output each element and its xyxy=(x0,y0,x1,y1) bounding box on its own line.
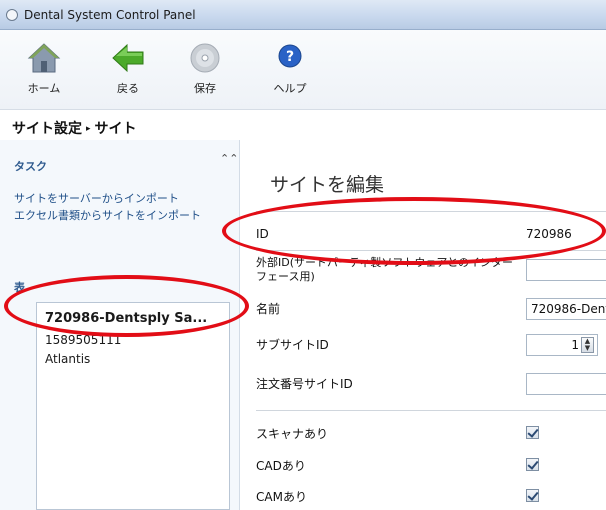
divider xyxy=(256,410,606,411)
help-icon: ? xyxy=(278,44,302,68)
id-value: 720986 xyxy=(526,227,572,241)
cam-row: CAMあり xyxy=(256,487,606,509)
external-id-row: 外部ID(サードパーティ製ソフトウェアとのインターフェース用) xyxy=(256,254,606,290)
chevron-double-up-icon[interactable]: ⌃⌃ xyxy=(220,152,238,165)
table-heading: 表 xyxy=(14,281,25,294)
cam-checkbox[interactable] xyxy=(526,489,539,502)
external-id-label: 外部ID(サードパーティ製ソフトウェアとのインターフェース用) xyxy=(256,256,514,283)
cad-label: CADあり xyxy=(256,459,306,473)
site-list-item[interactable]: 720986-Dentsply Sa... xyxy=(37,307,229,331)
help-button[interactable]: ? ヘルプ xyxy=(260,40,320,96)
toolbar: ホーム 戻る 保存 ? ヘルプ xyxy=(0,30,606,110)
order-site-field[interactable] xyxy=(526,373,606,395)
breadcrumb-parent[interactable]: サイト設定 xyxy=(12,121,82,137)
site-list[interactable]: 720986-Dentsply Sa... 1589505111 Atlanti… xyxy=(36,302,230,510)
name-label: 名前 xyxy=(256,302,281,316)
order-site-label: 注文番号サイトID xyxy=(256,377,353,391)
house-icon xyxy=(27,43,61,73)
cad-row: CADあり xyxy=(256,456,606,478)
home-button[interactable]: ホーム xyxy=(14,40,74,96)
subsite-stepper[interactable]: ▲ ▼ xyxy=(581,337,594,353)
divider xyxy=(256,250,606,251)
cad-checkbox[interactable] xyxy=(526,458,539,471)
scanner-label: スキャナあり xyxy=(256,427,329,441)
cam-label: CAMあり xyxy=(256,490,307,504)
scanner-checkbox[interactable] xyxy=(526,426,539,439)
scanner-row: スキャナあり xyxy=(256,424,606,446)
external-id-field[interactable] xyxy=(526,259,606,281)
window-title: Dental System Control Panel xyxy=(24,7,196,22)
app-icon xyxy=(6,8,18,21)
breadcrumb: サイト設定 ▸ サイト xyxy=(12,118,137,138)
import-from-excel-link[interactable]: エクセル書類からサイトをインポート xyxy=(14,209,234,222)
site-list-item[interactable]: 1589505111 xyxy=(37,331,229,350)
id-row: ID 720986 xyxy=(256,220,606,248)
divider xyxy=(256,211,606,212)
import-from-server-link[interactable]: サイトをサーバーからインポート xyxy=(14,192,234,205)
task-heading: タスク xyxy=(14,160,47,173)
breadcrumb-separator: ▸ xyxy=(86,124,91,134)
home-label: ホーム xyxy=(27,82,61,95)
svg-text:?: ? xyxy=(286,49,294,65)
breadcrumb-current: サイト xyxy=(94,121,137,137)
back-label: 戻る xyxy=(117,82,139,95)
subsite-label: サブサイトID xyxy=(256,338,329,352)
help-label: ヘルプ xyxy=(273,82,307,95)
task-links: サイトをサーバーからインポート エクセル書類からサイトをインポート xyxy=(14,192,234,226)
order-site-row: 注文番号サイトID xyxy=(256,370,606,398)
save-button[interactable]: 保存 xyxy=(175,40,235,96)
back-button[interactable]: 戻る xyxy=(98,40,158,96)
name-field[interactable]: 720986-Dentsply Sa xyxy=(526,298,606,320)
title-bar: Dental System Control Panel xyxy=(0,0,606,30)
disc-icon xyxy=(190,43,220,73)
id-label: ID xyxy=(256,227,269,241)
back-arrow-icon xyxy=(112,43,144,73)
sidebar: タスク ⌃⌃ サイトをサーバーからインポート エクセル書類からサイトをインポート… xyxy=(0,140,240,510)
subsite-row: サブサイトID 1 ▲ ▼ xyxy=(256,332,606,360)
name-row: 名前 720986-Dentsply Sa xyxy=(256,296,606,324)
save-label: 保存 xyxy=(194,82,216,95)
site-list-item[interactable]: Atlantis xyxy=(37,350,229,369)
page-title: サイトを編集 xyxy=(270,174,385,196)
